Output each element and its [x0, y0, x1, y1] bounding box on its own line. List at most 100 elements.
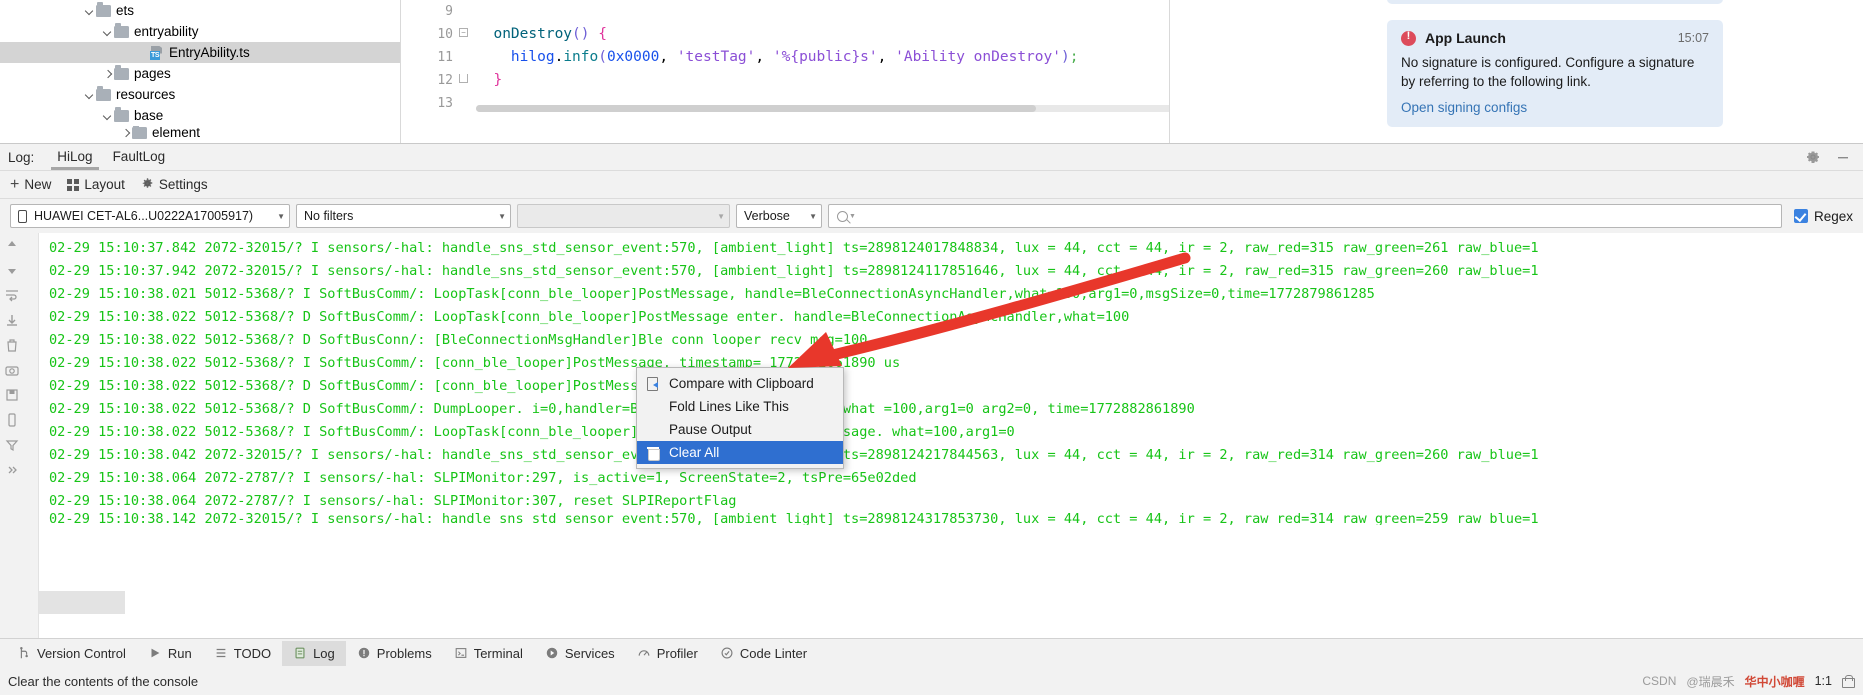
log-line[interactable]: 02-29 15:10:38.022 5012-5368/? D SoftBus… — [39, 306, 1863, 329]
chevron-down-icon[interactable] — [84, 89, 96, 101]
gear-icon[interactable] — [1805, 149, 1821, 165]
tree-row[interactable]: entryability — [0, 21, 400, 42]
filter-icon[interactable] — [4, 437, 20, 453]
layout-button[interactable]: Layout — [67, 177, 125, 192]
checkbox-checked-icon[interactable] — [1793, 209, 1808, 223]
code-text[interactable]: onDestroy() { hilog.info(0x0000, 'testTa… — [476, 0, 1078, 115]
log-line[interactable]: 02-29 15:10:38.064 2072-2787/? I sensors… — [39, 490, 1863, 513]
chevron-down-icon[interactable] — [102, 26, 114, 38]
fold-toggle[interactable]: − — [459, 23, 471, 46]
bottom-item-version-control[interactable]: Version Control — [6, 641, 137, 666]
tree-row[interactable]: base — [0, 105, 400, 126]
tree-row[interactable]: ets — [0, 0, 400, 21]
trash-icon[interactable] — [4, 337, 20, 353]
log-context-menu[interactable]: Compare with Clipboard Fold Lines Like T… — [636, 367, 844, 469]
camera-icon[interactable] — [4, 362, 20, 378]
tab-hilog[interactable]: HiLog — [47, 145, 102, 170]
log-line[interactable]: 02-29 15:10:38.142 2072-32015/? I sensor… — [39, 513, 1863, 525]
log-line[interactable]: 02-29 15:10:38.022 5012-5368/? D SoftBus… — [39, 329, 1863, 352]
folder-icon — [96, 2, 111, 17]
terminal-icon — [454, 646, 468, 660]
log-line[interactable]: 02-29 15:10:38.021 5012-5368/? I SoftBus… — [39, 283, 1863, 306]
scroll-to-end-icon[interactable] — [4, 312, 20, 328]
tab-faultlog[interactable]: FaultLog — [103, 145, 176, 170]
menu-item-label: Compare with Clipboard — [669, 376, 814, 391]
bottom-item-profiler[interactable]: Profiler — [626, 641, 709, 666]
save-icon[interactable] — [4, 387, 20, 403]
log-panel: Log: HiLog FaultLog + New Layout Setting… — [0, 143, 1863, 639]
menu-item-clear-all[interactable]: Clear All — [637, 441, 843, 464]
fold-toggle[interactable] — [459, 69, 471, 92]
log-line[interactable]: 02-29 15:10:37.942 2072-32015/? I sensor… — [39, 260, 1863, 283]
log-line[interactable]: 02-29 15:10:38.022 5012-5368/? I SoftBus… — [39, 352, 1863, 375]
status-message: Clear the contents of the console — [8, 673, 199, 689]
folder-icon — [132, 126, 147, 139]
bottom-item-label: Code Linter — [739, 645, 808, 661]
log-line[interactable]: 02-29 15:10:38.022 5012-5368/? I SoftBus… — [39, 421, 1863, 444]
menu-item-label: Clear All — [669, 445, 720, 460]
log-line[interactable]: 02-29 15:10:38.022 5012-5368/? D SoftBus… — [39, 398, 1863, 421]
notification-app-launch[interactable]: App Launch 15:07 No signature is configu… — [1387, 20, 1723, 127]
open-signing-configs-link[interactable]: Open signing configs — [1401, 100, 1709, 115]
scroll-down-icon[interactable] — [4, 262, 20, 278]
device-selector[interactable]: HUAWEI CET-AL6...U0222A17005917) ▼ — [10, 204, 290, 228]
console-vertical-scrollbar[interactable] — [1850, 233, 1863, 639]
menu-item-compare-with-clipboard[interactable]: Compare with Clipboard — [637, 372, 843, 395]
log-line[interactable]: 02-29 15:10:38.042 2072-32015/? I sensor… — [39, 444, 1863, 467]
search-input[interactable]: ▼ — [828, 204, 1782, 228]
notification-previous-card[interactable] — [1387, 0, 1723, 4]
chevron-right-icon[interactable] — [120, 127, 132, 139]
filter-selector[interactable]: No filters ▼ — [296, 204, 511, 228]
chevron-down-icon: ▼ — [849, 212, 856, 220]
menu-item-pause-output[interactable]: Pause Output — [637, 418, 843, 441]
ratio-indicator[interactable]: 1:1 — [1815, 674, 1832, 688]
code-token: , — [659, 49, 677, 65]
chevron-down-icon[interactable] — [102, 110, 114, 122]
wrap-lines-icon[interactable] — [4, 287, 20, 303]
bottom-item-terminal[interactable]: Terminal — [443, 641, 534, 666]
typescript-file-icon — [150, 46, 164, 60]
log-output[interactable]: 02-29 15:10:37.842 2072-32015/? I sensor… — [38, 233, 1863, 639]
log-tab-bar: Log: HiLog FaultLog — [0, 144, 1863, 171]
log-line[interactable]: 02-29 15:10:38.064 2072-2787/? I sensors… — [39, 467, 1863, 490]
chevron-down-icon[interactable] — [84, 5, 96, 17]
bottom-item-code-linter[interactable]: Code Linter — [709, 641, 818, 666]
bottom-item-problems[interactable]: Problems — [346, 641, 443, 666]
tree-row[interactable]: element — [0, 126, 400, 139]
notification-panel: App Launch 15:07 No signature is configu… — [1170, 0, 1863, 143]
bottom-item-run[interactable]: Run — [137, 641, 203, 666]
code-token: 'testTag' — [676, 49, 756, 65]
tree-item-label: EntryAbility.ts — [169, 45, 250, 60]
expand-icon[interactable] — [4, 462, 20, 478]
bottom-item-services[interactable]: Services — [534, 641, 626, 666]
menu-item-fold-lines-like-this[interactable]: Fold Lines Like This — [637, 395, 843, 418]
tree-row[interactable]: resources — [0, 84, 400, 105]
scroll-up-icon[interactable] — [4, 237, 20, 253]
process-selector[interactable]: ▼ — [517, 204, 730, 228]
log-line[interactable]: 02-29 15:10:37.842 2072-32015/? I sensor… — [39, 237, 1863, 260]
project-tree[interactable]: ets entryability EntryAbility.ts pages r — [0, 0, 400, 143]
log-level-selector[interactable]: Verbose ▼ — [736, 204, 822, 228]
bottom-item-label: TODO — [233, 645, 272, 661]
bottom-item-log[interactable]: Log — [282, 640, 346, 666]
bottom-item-todo[interactable]: TODO — [203, 641, 282, 666]
log-line[interactable]: 02-29 15:10:38.022 5012-5368/? D SoftBus… — [39, 375, 1863, 398]
new-log-tab-button[interactable]: + New — [10, 177, 51, 193]
ide-bottom-toolbar: Version Control Run TODO Log Problems Te… — [0, 638, 1863, 667]
folder-icon — [114, 107, 129, 122]
console-scroll-gutter[interactable] — [24, 233, 38, 639]
device-icon[interactable] — [4, 412, 20, 428]
tree-row[interactable]: pages — [0, 63, 400, 84]
code-editor[interactable]: 9 10 11 12 13 − onDestroy() { hilog.info… — [400, 0, 1170, 143]
editor-horizontal-scrollbar[interactable] — [476, 105, 1169, 112]
lock-icon[interactable] — [1842, 674, 1855, 688]
tree-row-entryability-ts[interactable]: EntryAbility.ts — [0, 42, 400, 63]
chevron-right-icon[interactable] — [102, 68, 114, 80]
settings-button[interactable]: Settings — [141, 177, 208, 193]
status-bar-right: CSDN @瑞晨禾 华中小咖喱 1:1 — [1642, 673, 1863, 690]
minimize-icon[interactable] — [1835, 149, 1851, 165]
regex-toggle[interactable]: Regex — [1788, 209, 1853, 224]
